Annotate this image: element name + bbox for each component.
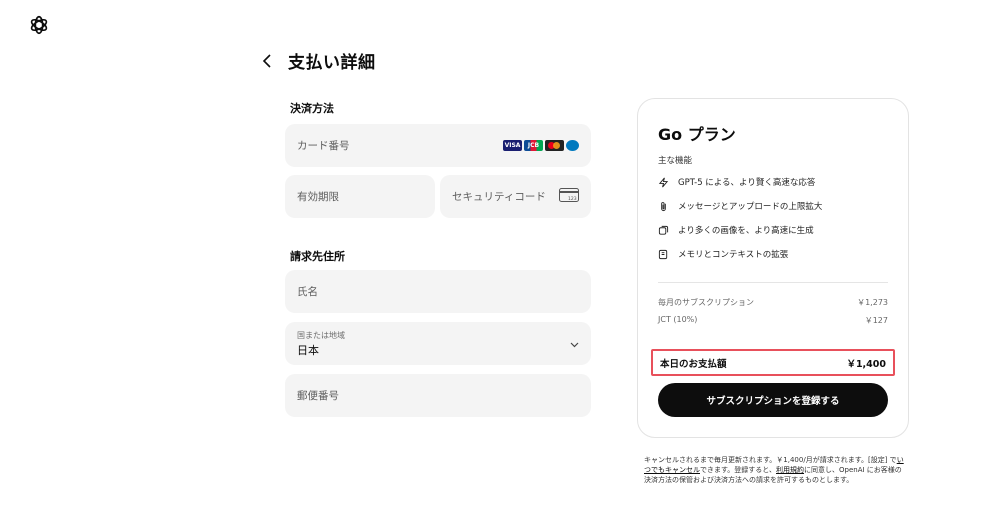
plan-summary-card: Go プラン 主な機能 GPT-5 による、より賢く高速な応答 メッセージとアッ…: [637, 98, 909, 438]
plan-title: Go プラン: [658, 125, 736, 144]
monthly-label: 毎月のサブスクリプション: [658, 298, 754, 307]
mastercard-icon: [545, 140, 564, 151]
images-icon: [658, 225, 669, 235]
visa-icon: VISA: [503, 140, 522, 151]
name-input[interactable]: 氏名: [285, 270, 591, 313]
tax-value: ￥127: [864, 316, 888, 325]
openai-logo-icon[interactable]: [28, 14, 50, 36]
card-brand-icons: VISA JCB: [503, 140, 579, 151]
legal-footnote: キャンセルされるまで毎月更新されます。￥1,400/月が請求されます。[設定] …: [644, 455, 906, 485]
features-label: 主な機能: [658, 156, 693, 166]
card-number-placeholder: カード番号: [297, 140, 350, 152]
tax-line-item: JCT (10%) ￥127: [658, 315, 888, 326]
country-label: 国または地域: [297, 330, 345, 340]
lightning-icon: [658, 177, 669, 187]
feature-text: メッセージとアップロードの上限拡大: [678, 202, 823, 212]
monthly-line-item: 毎月のサブスクリプション ￥1,273: [658, 297, 888, 308]
card-cvc-icon: 123: [559, 188, 579, 205]
tax-label: JCT (10%): [658, 315, 698, 324]
footnote-text: できます。登録すると、: [700, 466, 777, 474]
total-label: 本日のお支払額: [660, 358, 727, 370]
name-placeholder: 氏名: [297, 286, 318, 298]
memory-icon: [658, 249, 668, 259]
page-header: 支払い詳細: [258, 48, 376, 73]
expiry-input[interactable]: 有効期限: [285, 175, 435, 218]
paperclip-icon: [661, 201, 666, 211]
terms-link[interactable]: 利用規約: [776, 466, 804, 474]
card-number-input[interactable]: カード番号 VISA JCB: [285, 124, 591, 167]
country-select[interactable]: 国または地域 日本: [285, 322, 591, 365]
page-title: 支払い詳細: [288, 53, 376, 73]
subscribe-button[interactable]: サブスクリプションを登録する: [658, 383, 888, 417]
feature-item: GPT-5 による、より賢く高速な応答: [658, 176, 815, 188]
cvc-placeholder: セキュリティコード: [452, 191, 546, 203]
jcb-icon: JCB: [524, 140, 543, 151]
chevron-left-icon[interactable]: [258, 50, 276, 72]
chevron-down-icon: [570, 339, 579, 351]
feature-item: メッセージとアップロードの上限拡大: [658, 200, 822, 212]
postal-placeholder: 郵便番号: [297, 390, 339, 402]
monthly-value: ￥1,273: [857, 298, 888, 307]
expiry-placeholder: 有効期限: [297, 191, 339, 203]
payment-section-title: 決済方法: [290, 102, 334, 115]
feature-item: メモリとコンテキストの拡張: [658, 248, 788, 260]
feature-text: GPT-5 による、より賢く高速な応答: [678, 178, 816, 188]
billing-section-title: 請求先住所: [290, 250, 345, 263]
postal-code-input[interactable]: 郵便番号: [285, 374, 591, 417]
feature-text: より多くの画像を、より高速に生成: [678, 226, 814, 236]
cvc-input[interactable]: セキュリティコード 123: [440, 175, 591, 218]
footnote-text: キャンセルされるまで毎月更新されます。￥1,400/月が請求されます。[設定] …: [644, 456, 897, 464]
diners-icon: [566, 140, 579, 151]
total-due-row: 本日のお支払額 ￥1,400: [651, 349, 895, 376]
svg-text:123: 123: [568, 196, 577, 202]
feature-text: メモリとコンテキストの拡張: [678, 250, 789, 260]
divider: [658, 282, 888, 283]
feature-item: より多くの画像を、より高速に生成: [658, 224, 814, 236]
country-value: 日本: [297, 343, 319, 357]
total-value: ￥1,400: [846, 358, 886, 370]
